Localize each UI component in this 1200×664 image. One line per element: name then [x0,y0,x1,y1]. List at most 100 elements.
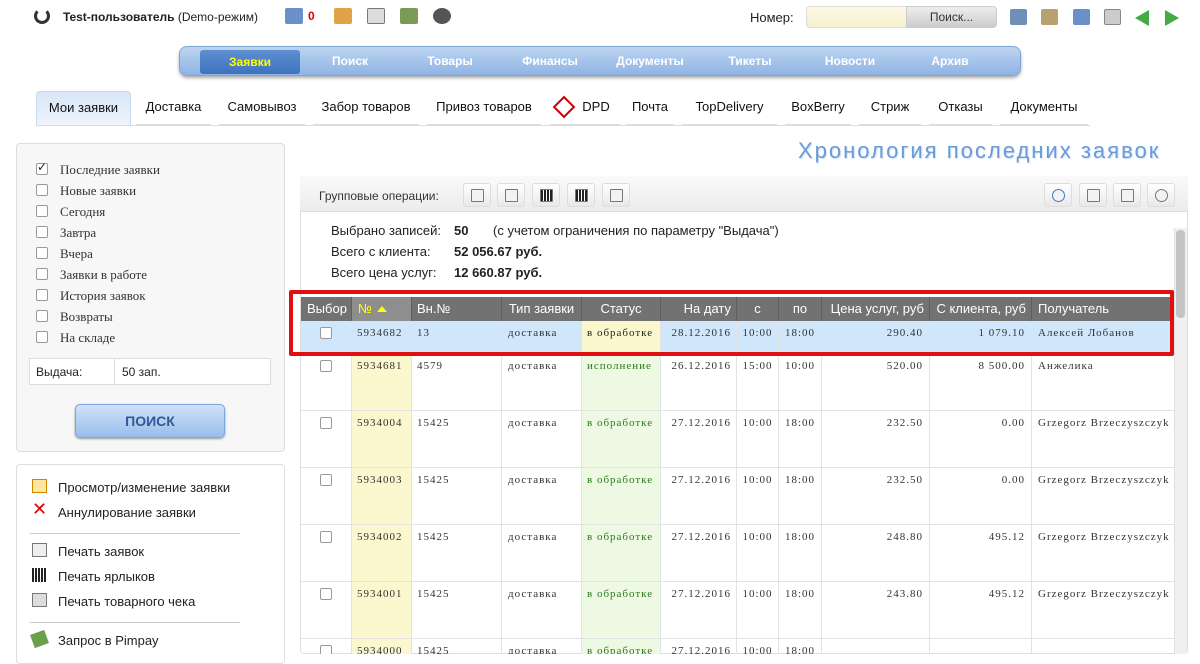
group-ops-label: Групповые операции: [319,189,439,203]
table-cell: 15425 [412,468,502,524]
vydacha-value: 50 зап. [122,365,161,379]
group-print-requests-button[interactable] [463,183,491,207]
row-checkbox[interactable] [320,474,332,486]
page-title: Хронология последних заявок [798,138,1161,163]
refresh-button[interactable] [1044,183,1072,207]
table-cell: доставка [502,639,582,654]
row-select-cell [301,525,352,581]
nav-arkhiv[interactable]: Архив [900,54,1000,68]
tab-dpd-label: DPD [582,99,610,114]
mail-icon[interactable] [285,8,303,24]
row-checkbox[interactable] [320,645,332,654]
back-arrow-icon[interactable] [1135,10,1149,26]
network-icon[interactable] [400,8,418,24]
nav-tovary[interactable]: Товары [400,54,500,68]
nav-poisk[interactable]: Поиск [300,54,400,68]
filter-checkbox-warehouse[interactable] [36,331,48,343]
row-select-cell [301,582,352,638]
app-logo-icon [34,8,50,24]
tab-strizh[interactable]: Стриж [859,91,921,125]
row-checkbox[interactable] [320,531,332,543]
printer-icon [1087,189,1100,202]
action-print-receipt[interactable]: Печать товарного чека [58,594,195,609]
table-row[interactable]: 5934681 4579 доставка исполнение 26.12.2016 1… [301,354,1174,411]
printer-icon [32,593,47,607]
tab-topdelivery[interactable]: TopDelivery [682,91,777,125]
row-select-cell [301,468,352,524]
action-view-edit[interactable]: Просмотр/изменение заявки [58,480,230,495]
tab-otkazy[interactable]: Отказы [929,91,992,125]
csv-export-button[interactable] [1113,183,1141,207]
filter-checkbox-tomorrow[interactable] [36,226,48,238]
filter-checkbox-today[interactable] [36,205,48,217]
nomer-input[interactable] [806,6,908,28]
stat-selected-label: Выбрано записей: [331,223,442,238]
search-button[interactable]: ПОИСК [75,404,225,438]
tab-zabor[interactable]: Забор товаров [313,91,419,125]
nav-dokumenty[interactable]: Документы [600,54,700,68]
filter-label: Вчера [60,246,93,261]
table-cell: 15425 [412,525,502,581]
group-barcode-button[interactable] [532,183,560,207]
table-row[interactable]: 5934003 15425 доставка в обработке 27.12.201… [301,468,1174,525]
stat-services-value: 12 660.87 руб. [454,265,543,280]
forward-arrow-icon[interactable] [1165,10,1179,26]
filter-label: Новые заявки [60,183,137,198]
filter-checkbox-in-work[interactable] [36,268,48,280]
nav-finansy[interactable]: Финансы [500,54,600,68]
print-icon[interactable] [1041,9,1058,25]
tab-my-requests[interactable]: Мои заявки [36,91,131,125]
group-print-page-button[interactable] [497,183,525,207]
table-cell: 5934681 [352,354,412,410]
settings-button[interactable] [1147,183,1175,207]
table-row[interactable]: 5934004 15425 доставка в обработке 27.12.201… [301,411,1174,468]
outbox-icon[interactable] [334,8,352,24]
row-checkbox[interactable] [320,588,332,600]
quick-search-button[interactable]: Поиск... [906,6,997,28]
tab-dokumenty[interactable]: Документы [1000,91,1088,125]
row-checkbox[interactable] [320,417,332,429]
calendar-icon[interactable] [367,8,385,24]
action-cancel-request[interactable]: Аннулирование заявки [58,505,196,520]
barcode-icon [540,189,553,202]
table-row[interactable]: 5934000 15425 доставка в обработке 27.12.201… [301,639,1174,654]
group-print-button[interactable] [602,183,630,207]
table-cell: 27.12.2016 [661,525,737,581]
copy-icon[interactable] [1104,9,1121,25]
filter-checkbox-yesterday[interactable] [36,247,48,259]
tab-samovyvoz[interactable]: Самовывоз [219,91,305,125]
group-barcode-export-button[interactable] [567,183,595,207]
user-logout-icon[interactable] [433,8,451,24]
table-row[interactable]: 5934001 15425 доставка в обработке 27.12.201… [301,582,1174,639]
filter-checkbox-returns[interactable] [36,310,48,322]
action-print-requests[interactable]: Печать заявок [58,544,144,559]
vydacha-field[interactable]: Выдача: 50 зап. [29,358,271,385]
tab-dpd[interactable]: DPD [550,91,620,125]
table-cell: в обработке [582,639,661,654]
filter-checkbox-history[interactable] [36,289,48,301]
table-cell: 18:00 [779,639,822,654]
nav-zayavki[interactable]: Заявки [200,50,300,74]
book-icon[interactable] [1010,9,1027,25]
table-cell: 5934000 [352,639,412,654]
row-checkbox[interactable] [320,360,332,372]
nav-novosti[interactable]: Новости [800,54,900,68]
filter-checkbox-recent[interactable] [36,160,48,175]
table-cell: 232.50 [822,411,930,467]
filter-label: Сегодня [60,204,106,219]
tab-pochta[interactable]: Почта [626,91,674,125]
table-cell: 27.12.2016 [661,582,737,638]
mail-send-icon[interactable] [1073,9,1090,25]
table-cell: в обработке [582,468,661,524]
action-pimpay[interactable]: Запрос в Pimpay [58,633,159,648]
scrollbar-thumb[interactable] [1176,230,1185,318]
table-row[interactable]: 5934002 15425 доставка в обработке 27.12.201… [301,525,1174,582]
filter-checkbox-new[interactable] [36,184,48,196]
action-print-labels[interactable]: Печать ярлыков [58,569,155,584]
tab-boxberry[interactable]: BoxBerry [785,91,851,125]
mail-count: 0 [308,9,315,23]
nav-tikety[interactable]: Тикеты [700,54,800,68]
tab-privoz[interactable]: Привоз товаров [427,91,541,125]
print-table-button[interactable] [1079,183,1107,207]
tab-dostavka[interactable]: Доставка [136,91,211,125]
